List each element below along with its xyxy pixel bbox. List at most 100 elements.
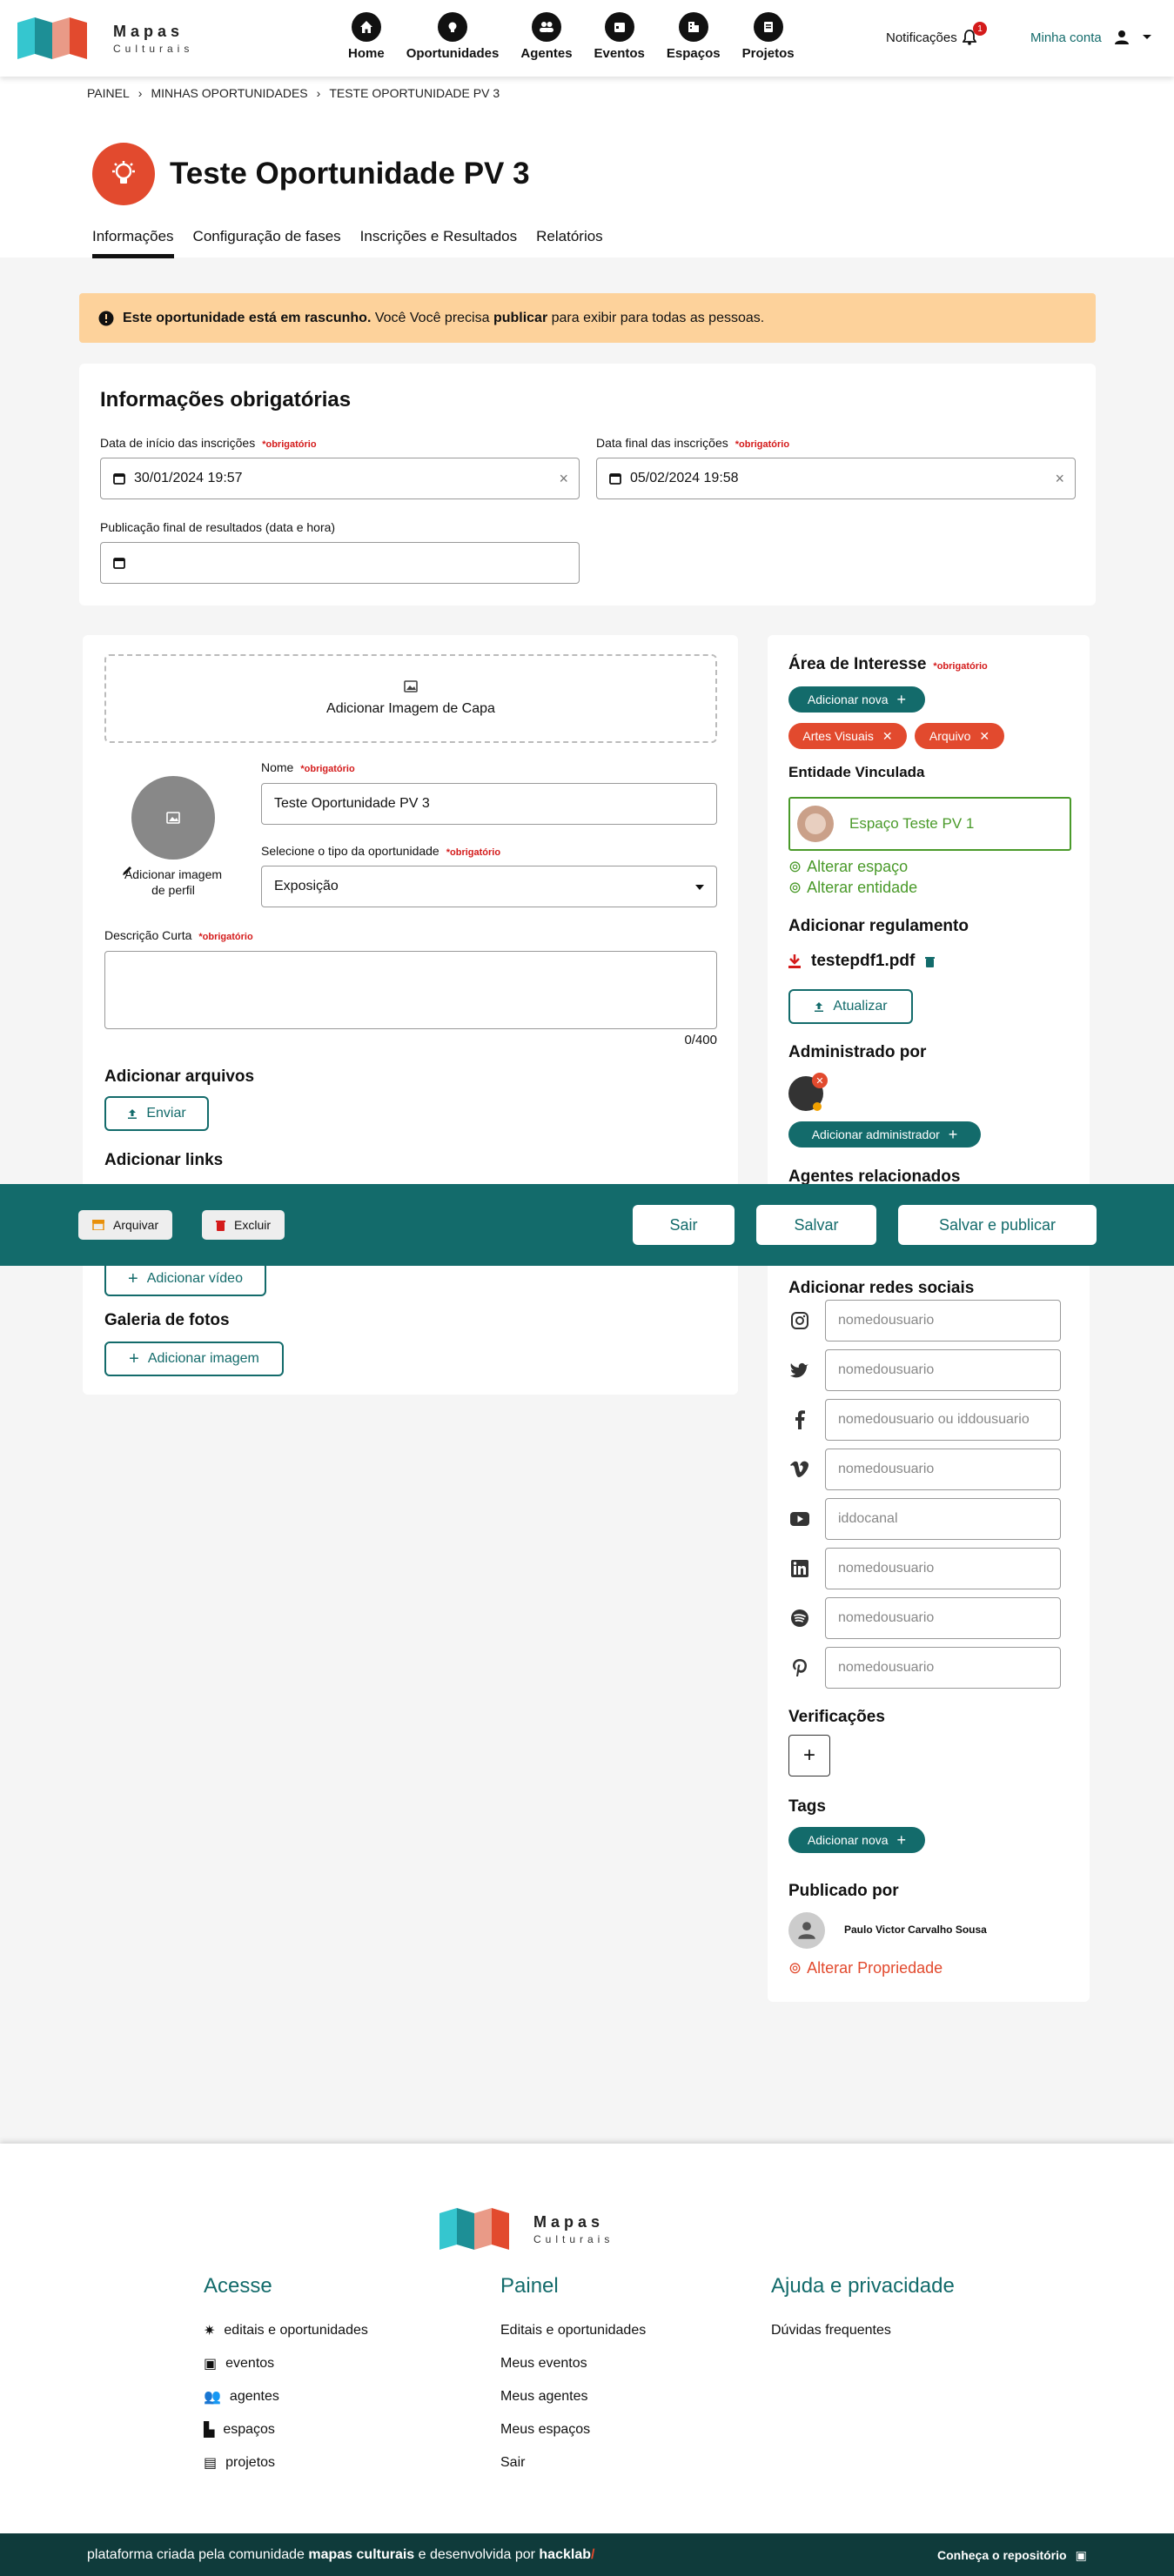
footer-link[interactable]: ✷ editais e oportunidades — [204, 2314, 465, 2347]
archive-button[interactable]: Arquivar — [78, 1210, 173, 1240]
regulation-file[interactable]: testepdf1.pdf — [788, 952, 936, 971]
add-tag-button[interactable]: Adicionar nova + — [788, 1827, 925, 1853]
start-date-label: Data de início das inscrições *obrigatóri… — [100, 436, 317, 450]
footer-link[interactable]: 👥 agentes — [204, 2380, 465, 2413]
account-label: Minha conta — [1030, 30, 1102, 45]
footer-link[interactable]: Meus espaços — [500, 2413, 744, 2446]
nav-agents[interactable]: Agentes — [520, 12, 573, 61]
alert-icon — [98, 311, 114, 325]
tab-information[interactable]: Informações — [92, 228, 174, 258]
footer-col-title: Painel — [500, 2274, 559, 2298]
footer-link[interactable]: Editais e oportunidades — [500, 2314, 744, 2347]
profile-image-label[interactable]: Adicionar imagem de perfil — [121, 866, 225, 898]
change-owner-link[interactable]: ⊚ Alterar Propriedade — [788, 1959, 943, 1977]
logo-mark-icon — [439, 2208, 509, 2250]
breadcrumb-my-opportunities[interactable]: Minhas oportunidades — [151, 86, 307, 100]
type-select[interactable]: Exposição — [261, 866, 717, 907]
add-video-label: Adicionar vídeo — [146, 1271, 243, 1286]
tab-phase-config[interactable]: Configuração de fases — [193, 228, 341, 258]
tab-reports[interactable]: Relatórios — [536, 228, 603, 258]
facebook-icon — [795, 1410, 805, 1429]
plus-icon: + — [129, 1348, 139, 1368]
add-interest-button[interactable]: Adicionar nova + — [788, 686, 925, 713]
tab-registrations[interactable]: Inscrições e Resultados — [360, 228, 517, 258]
footer-link[interactable]: ▙ espaços — [204, 2413, 465, 2446]
short-desc-textarea[interactable] — [104, 951, 717, 1029]
linked-entity-card[interactable]: Espaço Teste PV 1 — [788, 797, 1071, 851]
nav-opportunities[interactable]: Oportunidades — [406, 12, 499, 61]
delete-button[interactable]: Excluir — [202, 1210, 285, 1240]
breadcrumb-painel[interactable]: Painel — [87, 86, 130, 100]
nav-spaces[interactable]: Espaços — [667, 12, 721, 61]
upload-file-button[interactable]: Enviar — [104, 1096, 209, 1131]
main-form-card: Adicionar Imagem de Capa Adicionar image… — [83, 635, 738, 1395]
footer-link[interactable]: Meus eventos — [500, 2347, 744, 2380]
nav-home[interactable]: Home — [348, 12, 385, 61]
change-entity-link[interactable]: ⊚ Alterar entidade — [788, 879, 917, 897]
footer-link[interactable]: Dúvidas frequentes — [771, 2314, 1050, 2347]
footer-link[interactable]: ▤ projetos — [204, 2446, 465, 2479]
twitter-input[interactable]: nomedousuario — [825, 1349, 1061, 1391]
mapas-link[interactable]: mapas culturais — [308, 2547, 414, 2562]
remove-icon[interactable]: ✕ — [882, 729, 893, 744]
clear-icon[interactable]: × — [1055, 470, 1064, 488]
logo[interactable]: Mapas Culturais — [17, 17, 193, 59]
upload-icon — [815, 1002, 824, 1012]
repository-link[interactable]: Conheça o repositório ▣ — [937, 2548, 1087, 2563]
add-video-button[interactable]: + Adicionar vídeo — [104, 1261, 266, 1296]
users-icon — [531, 12, 561, 42]
start-date-field[interactable]: 30/01/2024 19:57 × — [100, 458, 580, 499]
exit-button[interactable]: Sair — [633, 1205, 735, 1245]
update-regulation-button[interactable]: Atualizar — [788, 989, 913, 1024]
swap-icon: ⊚ — [788, 879, 802, 896]
footer-logo[interactable]: Mapas Culturais — [439, 2208, 614, 2250]
nav-projects[interactable]: Projetos — [742, 12, 795, 61]
cover-image-upload[interactable]: Adicionar Imagem de Capa — [104, 654, 717, 743]
result-date-field[interactable] — [100, 542, 580, 584]
social-linkedin: nomedousuario — [788, 1548, 1071, 1589]
cover-image-label: Adicionar Imagem de Capa — [326, 701, 495, 716]
facebook-input[interactable]: nomedousuario ou iddousuario — [825, 1399, 1061, 1441]
instagram-input[interactable]: nomedousuario — [825, 1300, 1061, 1342]
add-admin-button[interactable]: Adicionar administrador + — [788, 1121, 981, 1147]
nav-events[interactable]: Eventos — [594, 12, 645, 61]
footer-link[interactable]: ▣ eventos — [204, 2347, 465, 2380]
name-value: Teste Oportunidade PV 3 — [274, 796, 430, 811]
add-verification-button[interactable]: + — [788, 1735, 830, 1776]
add-image-label: Adicionar imagem — [147, 1351, 259, 1366]
profile-image[interactable] — [131, 776, 215, 860]
gallery-title: Galeria de fotos — [104, 1311, 230, 1329]
change-space-link[interactable]: ⊚ Alterar espaço — [788, 858, 908, 876]
action-bar: Arquivar Excluir Sair Salvar Salvar e pu… — [0, 1184, 1174, 1266]
hacklab-link[interactable]: hacklab — [539, 2547, 591, 2562]
calendar-icon — [113, 558, 125, 569]
social-twitter: nomedousuario — [788, 1349, 1071, 1391]
add-image-button[interactable]: + Adicionar imagem — [104, 1342, 284, 1376]
vimeo-input[interactable]: nomedousuario — [825, 1449, 1061, 1490]
spotify-input[interactable]: nomedousuario — [825, 1597, 1061, 1639]
name-label: Nome *obrigatório — [261, 760, 355, 774]
account-menu[interactable]: Minha conta — [1030, 30, 1152, 45]
plus-icon: + — [896, 690, 907, 708]
calendar-icon — [113, 473, 125, 485]
clear-icon[interactable]: × — [559, 470, 568, 488]
end-date-field[interactable]: 05/02/2024 19:58 × — [596, 458, 1076, 499]
notifications-label: Notificações — [886, 30, 957, 45]
owner-name[interactable]: Paulo Victor Carvalho Sousa — [844, 1924, 987, 1936]
footer-link[interactable]: Meus agentes — [500, 2380, 744, 2413]
trash-icon[interactable] — [925, 956, 936, 967]
update-label: Atualizar — [833, 999, 888, 1014]
pinterest-input[interactable]: nomedousuario — [825, 1647, 1061, 1689]
linkedin-input[interactable]: nomedousuario — [825, 1548, 1061, 1589]
save-button[interactable]: Salvar — [756, 1205, 876, 1245]
notifications-button[interactable]: Notificações 1 — [886, 22, 987, 45]
nav-home-label: Home — [348, 46, 385, 61]
calendar-icon: ▣ — [204, 2357, 218, 2372]
remove-admin-icon[interactable]: ✕ — [812, 1073, 828, 1088]
name-input[interactable]: Teste Oportunidade PV 3 — [261, 783, 717, 825]
remove-icon[interactable]: ✕ — [979, 729, 990, 744]
save-publish-button[interactable]: Salvar e publicar — [898, 1205, 1097, 1245]
footer-link[interactable]: Sair — [500, 2446, 744, 2479]
regulation-title: Adicionar regulamento — [788, 917, 969, 935]
youtube-input[interactable]: iddocanal — [825, 1498, 1061, 1540]
